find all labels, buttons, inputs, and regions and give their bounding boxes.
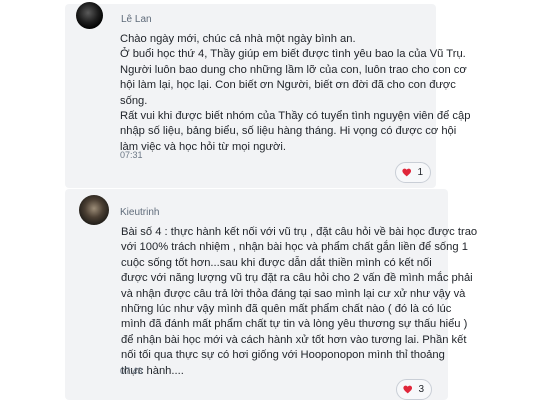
comment-thread: Lê Lan Chào ngày mới, chúc cả nhà một ng… — [0, 0, 533, 400]
avatar[interactable] — [76, 2, 103, 29]
comment-line: Rất vui khi được biết nhóm của Thầy có t… — [120, 110, 471, 123]
comment-line: làm việc và học hỏi từ mọi người. — [120, 140, 286, 153]
heart-icon — [403, 385, 413, 394]
author-name[interactable]: Kieutrinh — [120, 207, 159, 218]
comment-line: với 100% trách nhiệm , nhận bài học và p… — [121, 241, 468, 254]
comment-line: để nhận bài học mới và cách hành xử tốt … — [121, 333, 467, 346]
comment-line: được với năng lượng vũ trụ đặt ra câu hỏ… — [121, 272, 473, 285]
timestamp: 07:31 — [120, 150, 143, 160]
comment-line: Chào ngày mới, chúc cả nhà một ngày bình… — [120, 33, 356, 45]
comment-line: thực hành.... — [121, 364, 184, 377]
timestamp: 07:43 — [120, 366, 143, 376]
reaction-count: 3 — [418, 384, 424, 395]
heart-shape — [402, 168, 412, 177]
comment-line: những lúc như vậy mình đã quên mất phẩm … — [121, 303, 452, 316]
heart-shape — [403, 385, 413, 394]
comment-line: mình đã đánh mất phẩm chất tự tin và lòn… — [121, 318, 468, 331]
reaction-button[interactable]: 3 — [396, 379, 432, 400]
comment-line: cuộc sống tốt hơn...sau khi được dẫn dắt… — [121, 256, 432, 269]
reaction-button[interactable]: 1 — [395, 162, 431, 183]
comment-body: Chào ngày mới, chúc cả nhà một ngày bình… — [120, 32, 471, 155]
comment-line: sống. — [120, 94, 148, 107]
comment-body: Bài số 4 : thực hành kết nối với vũ trụ … — [121, 225, 478, 379]
reaction-count: 1 — [417, 167, 423, 178]
comment-line: nhập số liệu, bảng biểu, số liệu hàng th… — [120, 125, 457, 138]
comment-line: Người luôn bao dung cho những lầm lỡ của… — [120, 63, 467, 76]
author-name[interactable]: Lê Lan — [121, 14, 152, 25]
comment-line: Ở buổi học thứ 4, Thầy giúp em biết được… — [120, 48, 466, 61]
avatar[interactable] — [79, 195, 109, 225]
heart-icon — [402, 168, 412, 177]
comment-line: nối tối qua thực sự có hơi giống với Hoo… — [121, 349, 445, 362]
comment-line: hội làm lại, học lại. Con biết ơn Người,… — [120, 79, 456, 92]
comment-line: Bài số 4 : thực hành kết nối với vũ trụ … — [121, 226, 478, 238]
comment-line: và nhận được câu trả lời thỏa đáng tại s… — [121, 287, 466, 300]
